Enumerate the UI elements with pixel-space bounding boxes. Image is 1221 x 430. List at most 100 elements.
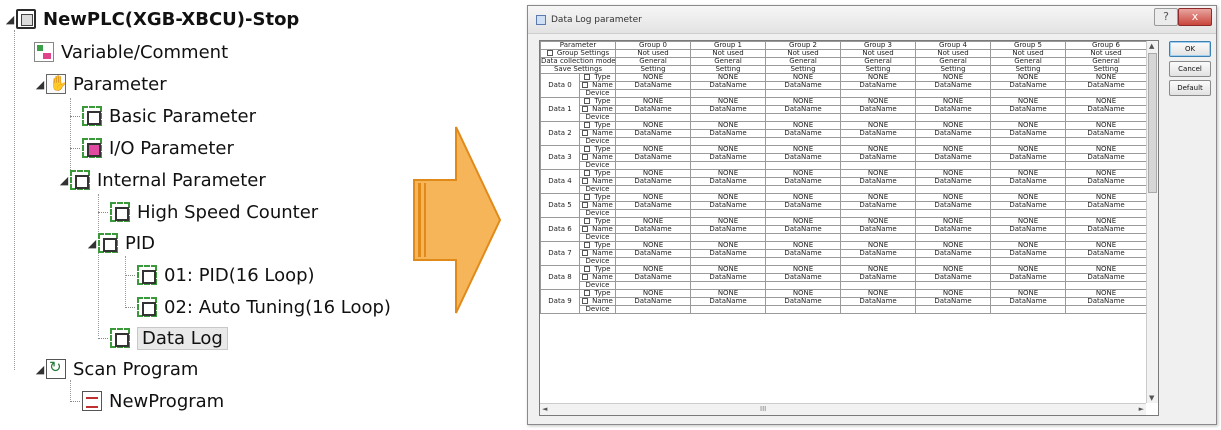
value-cell[interactable] xyxy=(615,89,692,98)
value-cell[interactable] xyxy=(1065,257,1146,266)
value-cell[interactable]: NONE xyxy=(690,97,767,106)
value-cell[interactable] xyxy=(990,185,1067,194)
value-cell[interactable]: NONE xyxy=(690,73,767,82)
value-cell[interactable]: Setting xyxy=(990,65,1067,74)
value-cell[interactable]: DataName xyxy=(690,273,767,282)
value-cell[interactable] xyxy=(690,89,767,98)
value-cell[interactable]: DataName xyxy=(840,201,917,210)
sub-row-checkbox[interactable] xyxy=(582,298,589,304)
value-cell[interactable]: NONE xyxy=(765,145,842,154)
value-cell[interactable] xyxy=(1065,161,1146,170)
value-cell[interactable] xyxy=(915,305,992,314)
sub-row-checkbox[interactable] xyxy=(582,154,589,160)
value-cell[interactable]: DataName xyxy=(690,129,767,138)
value-cell[interactable] xyxy=(765,257,842,266)
tree-item-pid[interactable]: ◢ PID xyxy=(86,229,155,257)
value-cell[interactable] xyxy=(690,161,767,170)
value-cell[interactable]: NONE xyxy=(615,193,692,202)
value-cell[interactable]: DataName xyxy=(765,129,842,138)
value-cell[interactable]: DataName xyxy=(615,177,692,186)
value-cell[interactable]: NONE xyxy=(1065,193,1146,202)
value-cell[interactable] xyxy=(690,281,767,290)
sub-row-checkbox[interactable] xyxy=(582,178,589,184)
value-cell[interactable]: DataName xyxy=(1065,81,1146,90)
value-cell[interactable]: NONE xyxy=(615,217,692,226)
value-cell[interactable] xyxy=(765,305,842,314)
value-cell[interactable]: NONE xyxy=(915,289,992,298)
value-cell[interactable] xyxy=(915,89,992,98)
value-cell[interactable]: DataName xyxy=(915,225,992,234)
value-cell[interactable]: DataName xyxy=(615,297,692,306)
value-cell[interactable]: DataName xyxy=(840,297,917,306)
value-cell[interactable] xyxy=(990,233,1067,242)
value-cell[interactable] xyxy=(915,113,992,122)
value-cell[interactable]: NONE xyxy=(1065,217,1146,226)
value-cell[interactable]: NONE xyxy=(690,169,767,178)
value-cell[interactable]: DataName xyxy=(990,201,1067,210)
collapse-arrow-icon[interactable]: ◢ xyxy=(58,174,70,187)
value-cell[interactable]: NONE xyxy=(1065,265,1146,274)
value-cell[interactable]: DataName xyxy=(840,225,917,234)
value-cell[interactable]: NONE xyxy=(990,289,1067,298)
value-cell[interactable]: NONE xyxy=(990,265,1067,274)
sub-row-checkbox[interactable] xyxy=(584,98,591,104)
scroll-left-icon[interactable]: ◄ xyxy=(542,405,547,413)
vertical-scrollbar[interactable]: ▲ ▼ xyxy=(1146,41,1158,403)
value-cell[interactable]: DataName xyxy=(690,201,767,210)
value-cell[interactable] xyxy=(690,305,767,314)
value-cell[interactable]: Not used xyxy=(1065,49,1146,58)
value-cell[interactable] xyxy=(1065,89,1146,98)
value-cell[interactable]: NONE xyxy=(615,241,692,250)
value-cell[interactable] xyxy=(615,137,692,146)
value-cell[interactable] xyxy=(615,233,692,242)
dialog-titlebar[interactable]: Data Log parameter ? x xyxy=(528,6,1216,34)
value-cell[interactable]: NONE xyxy=(615,289,692,298)
value-cell[interactable]: DataName xyxy=(990,129,1067,138)
value-cell[interactable]: NONE xyxy=(840,193,917,202)
value-cell[interactable]: DataName xyxy=(915,273,992,282)
value-cell[interactable] xyxy=(765,281,842,290)
sub-row-checkbox[interactable] xyxy=(584,146,591,152)
value-cell[interactable]: NONE xyxy=(690,289,767,298)
value-cell[interactable]: General xyxy=(690,57,767,66)
value-cell[interactable]: NONE xyxy=(840,265,917,274)
tree-item-pid-loop[interactable]: 01: PID(16 Loop) xyxy=(125,261,315,289)
value-cell[interactable]: NONE xyxy=(840,241,917,250)
value-cell[interactable]: DataName xyxy=(840,129,917,138)
value-cell[interactable]: DataName xyxy=(990,273,1067,282)
value-cell[interactable]: NONE xyxy=(840,73,917,82)
value-cell[interactable] xyxy=(840,185,917,194)
value-cell[interactable] xyxy=(1065,209,1146,218)
cancel-button[interactable]: Cancel xyxy=(1169,61,1211,77)
value-cell[interactable] xyxy=(615,281,692,290)
value-cell[interactable]: NONE xyxy=(690,217,767,226)
value-cell[interactable]: General xyxy=(615,57,692,66)
value-cell[interactable]: Not used xyxy=(615,49,692,58)
help-button[interactable]: ? xyxy=(1154,8,1178,26)
value-cell[interactable] xyxy=(915,281,992,290)
value-cell[interactable] xyxy=(1065,305,1146,314)
tree-item-data-log[interactable]: Data Log xyxy=(98,324,228,352)
value-cell[interactable] xyxy=(915,185,992,194)
value-cell[interactable] xyxy=(615,113,692,122)
value-cell[interactable]: Setting xyxy=(915,65,992,74)
value-cell[interactable]: DataName xyxy=(1065,177,1146,186)
collapse-arrow-icon[interactable]: ◢ xyxy=(86,237,98,250)
value-cell[interactable]: NONE xyxy=(690,145,767,154)
value-cell[interactable]: Setting xyxy=(840,65,917,74)
tree-item-variable-comment[interactable]: Variable/Comment xyxy=(34,38,228,66)
value-cell[interactable] xyxy=(765,161,842,170)
value-cell[interactable] xyxy=(690,137,767,146)
value-cell[interactable] xyxy=(915,137,992,146)
value-cell[interactable]: General xyxy=(1065,57,1146,66)
value-cell[interactable]: DataName xyxy=(615,201,692,210)
value-cell[interactable] xyxy=(915,233,992,242)
value-cell[interactable]: DataName xyxy=(615,273,692,282)
value-cell[interactable] xyxy=(1065,113,1146,122)
value-cell[interactable]: DataName xyxy=(765,249,842,258)
value-cell[interactable]: NONE xyxy=(840,169,917,178)
value-cell[interactable]: Setting xyxy=(615,65,692,74)
value-cell[interactable]: DataName xyxy=(1065,201,1146,210)
value-cell[interactable]: DataName xyxy=(915,297,992,306)
value-cell[interactable]: DataName xyxy=(915,105,992,114)
